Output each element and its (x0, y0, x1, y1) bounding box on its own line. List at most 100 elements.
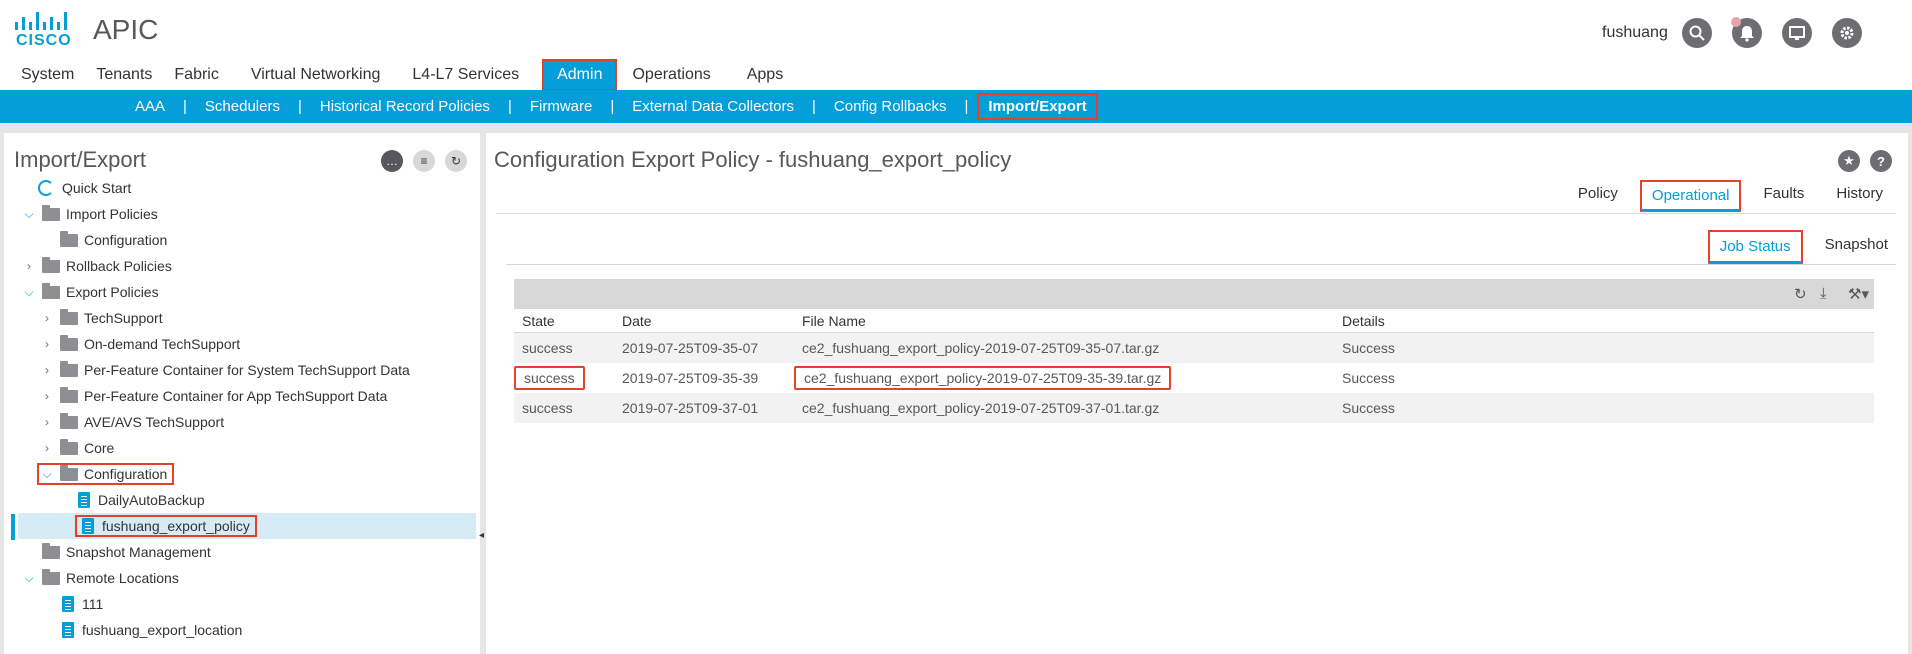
chevron-right-icon[interactable]: › (40, 363, 54, 377)
main-tab-system[interactable]: System (0, 60, 84, 90)
main-tab-tenants[interactable]: Tenants (84, 60, 162, 90)
chevron-down-icon[interactable]: ⌵ (22, 571, 36, 586)
tree-item-fushuang-export-policy[interactable]: fushuang_export_policy (18, 513, 476, 539)
main-tab-admin[interactable]: Admin (542, 59, 618, 91)
tree-item-export-policies[interactable]: ⌵ Export Policies (4, 279, 476, 305)
sub-nav-historical-record-policies[interactable]: Historical Record Policies (311, 98, 499, 115)
main-nav: System Tenants Fabric Virtual Networking… (0, 59, 793, 91)
tab-faults[interactable]: Faults (1753, 180, 1814, 212)
main-tab-apps[interactable]: Apps (721, 60, 793, 90)
cell-date: 2019-07-25T09-37-01 (622, 400, 759, 416)
sub-nav-external-data-collectors[interactable]: External Data Collectors (623, 98, 803, 115)
tree-item-snapshot-management[interactable]: Snapshot Management (4, 539, 476, 565)
chevron-right-icon[interactable]: › (40, 311, 54, 325)
tree-item-remote-location-111[interactable]: 111 (4, 591, 476, 617)
quick-actions-icon[interactable]: … (381, 150, 403, 172)
sub-nav-firmware[interactable]: Firmware (521, 98, 602, 115)
column-header-date[interactable]: Date (614, 313, 794, 329)
tab-operational[interactable]: Operational (1639, 180, 1742, 212)
cell-state: success (522, 400, 573, 416)
tree-item-label: 111 (82, 596, 104, 612)
tree-item-label: Remote Locations (66, 570, 179, 586)
tree-item-on-demand-techsupport[interactable]: › On-demand TechSupport (4, 331, 476, 357)
tree-item-label: DailyAutoBackup (98, 492, 205, 508)
table-row[interactable]: success 2019-07-25T09-35-07 ce2_fushuang… (514, 333, 1874, 363)
tree-item-label: Per-Feature Container for System TechSup… (84, 362, 410, 378)
tree-item-ave-avs-techsupport[interactable]: › AVE/AVS TechSupport (4, 409, 476, 435)
quick-start-icon (38, 180, 54, 196)
tree-item-export-configuration[interactable]: ⌵ Configuration (4, 461, 476, 487)
tab-policy[interactable]: Policy (1568, 180, 1628, 212)
tree-item-remote-locations[interactable]: ⌵ Remote Locations (4, 565, 476, 591)
refresh-icon[interactable]: ↻ (445, 150, 467, 172)
monitor-icon[interactable] (1782, 18, 1812, 48)
cell-details: Success (1342, 340, 1395, 356)
tree-item-import-policies[interactable]: ⌵ Import Policies (4, 201, 476, 227)
document-icon (62, 596, 74, 612)
sub-nav-aaa[interactable]: AAA (126, 98, 174, 115)
tab-history[interactable]: History (1826, 180, 1893, 212)
notification-dot (1731, 17, 1741, 27)
folder-icon (60, 464, 78, 481)
tree-item-app-techsupport-container[interactable]: › Per-Feature Container for App TechSupp… (4, 383, 476, 409)
main-tab-operations[interactable]: Operations (616, 60, 720, 90)
search-icon[interactable] (1682, 18, 1712, 48)
gear-icon[interactable] (1832, 18, 1862, 48)
subtab-job-status[interactable]: Job Status (1707, 230, 1803, 264)
chevron-right-icon[interactable]: › (40, 415, 54, 429)
chevron-right-icon[interactable]: › (40, 441, 54, 455)
main-tab-fabric[interactable]: Fabric (162, 60, 228, 90)
chevron-down-icon[interactable]: ⌵ (40, 467, 54, 482)
main-tab-virtual-networking[interactable]: Virtual Networking (229, 60, 391, 90)
cell-state: success (514, 366, 585, 390)
job-status-table: State Date File Name Details success 201… (514, 309, 1874, 423)
tree-item-system-techsupport-container[interactable]: › Per-Feature Container for System TechS… (4, 357, 476, 383)
tree-item-rollback-policies[interactable]: › Rollback Policies (4, 253, 476, 279)
chevron-down-icon[interactable]: ⌵ (22, 207, 36, 222)
highlight-box: ⌵ Configuration (36, 463, 175, 485)
tree-item-label: Quick Start (62, 180, 132, 196)
column-header-state[interactable]: State (514, 313, 614, 329)
sub-nav-config-rollbacks[interactable]: Config Rollbacks (825, 98, 956, 115)
chevron-right-icon[interactable]: › (40, 337, 54, 351)
chevron-right-icon[interactable]: › (40, 389, 54, 403)
tree-item-daily-auto-backup[interactable]: DailyAutoBackup (4, 487, 476, 513)
favorite-star-icon[interactable]: ★ (1838, 150, 1860, 172)
column-header-details[interactable]: Details (1334, 313, 1874, 329)
folder-icon (60, 360, 78, 377)
subtab-snapshot[interactable]: Snapshot (1815, 230, 1898, 264)
folder-icon (42, 204, 60, 221)
tree-item-fushuang-export-location[interactable]: fushuang_export_location (4, 617, 476, 643)
main-tab-l4-l7-services[interactable]: L4-L7 Services (390, 60, 529, 90)
chevron-right-icon[interactable]: › (22, 259, 36, 273)
tree-item-quick-start[interactable]: Quick Start (4, 175, 476, 201)
tree-options-icon[interactable]: ≡ (413, 150, 435, 172)
sub-nav-schedulers[interactable]: Schedulers (196, 98, 289, 115)
tree-item-techsupport[interactable]: › TechSupport (4, 305, 476, 331)
download-icon[interactable]: ⤓ (1820, 285, 1827, 302)
document-icon (62, 622, 74, 638)
chevron-down-icon[interactable]: ⌵ (22, 285, 36, 300)
operational-subtabs: Job Status Snapshot (1696, 230, 1898, 264)
tree-item-label: fushuang_export_location (82, 622, 243, 638)
table-row[interactable]: success 2019-07-25T09-35-39 ce2_fushuang… (514, 363, 1874, 393)
sub-nav-import-export[interactable]: Import/Export (977, 93, 1098, 120)
sub-nav-separator: | (507, 98, 512, 115)
help-icon[interactable]: ? (1870, 150, 1892, 172)
tree-item-import-configuration[interactable]: Configuration (4, 227, 476, 253)
tree-item-label: Rollback Policies (66, 258, 172, 274)
folder-icon (60, 230, 78, 247)
divider (506, 264, 1896, 265)
refresh-icon[interactable]: ↻ (1794, 285, 1807, 303)
tree-item-core[interactable]: › Core (4, 435, 476, 461)
tree-item-label: On-demand TechSupport (84, 336, 241, 352)
column-header-file-name[interactable]: File Name (794, 313, 1334, 329)
tools-menu-icon[interactable]: ⚒▾ (1848, 285, 1869, 303)
user-menu[interactable]: fushuang (1602, 24, 1668, 42)
cell-details: Success (1342, 370, 1395, 386)
folder-icon (42, 568, 60, 585)
collapse-arrow-icon[interactable]: ◂ (479, 530, 484, 541)
table-row[interactable]: success 2019-07-25T09-37-01 ce2_fushuang… (514, 393, 1874, 423)
folder-icon (42, 256, 60, 273)
table-toolbar: ↻ ⤓ ⚒▾ (514, 279, 1874, 309)
